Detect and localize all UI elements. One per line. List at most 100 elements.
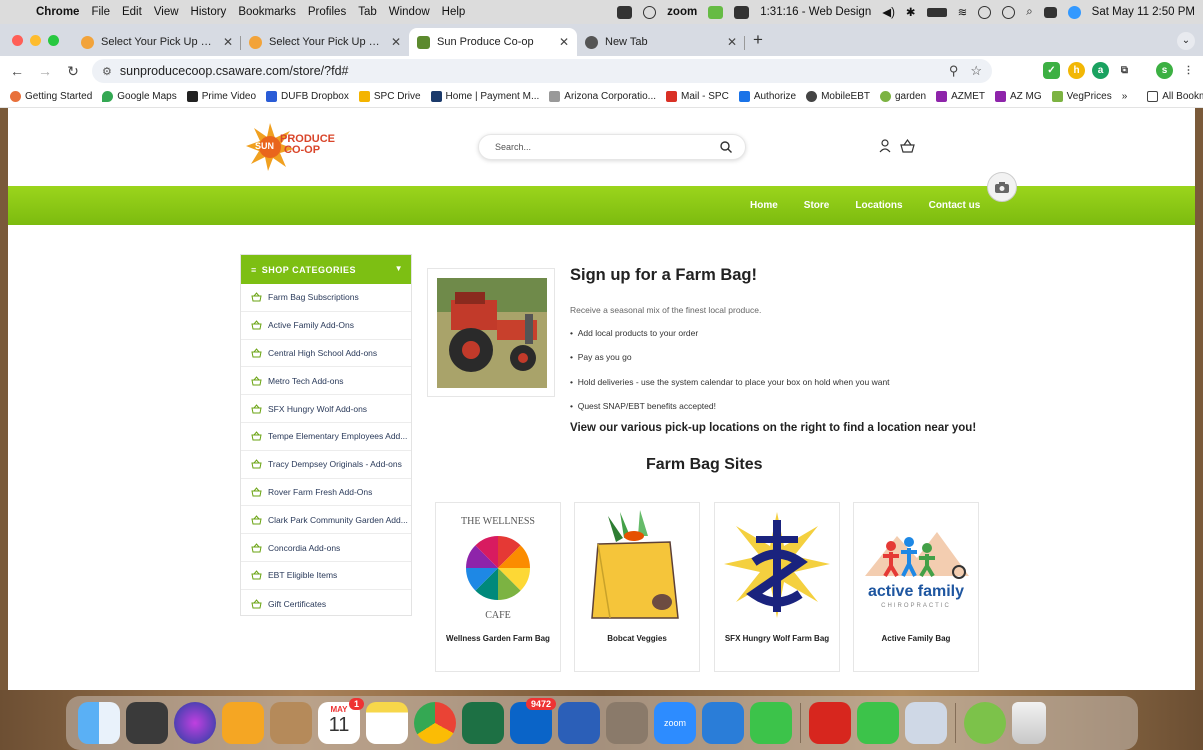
close-window-icon[interactable] [12, 34, 23, 46]
sidebar-item-gift-certificates[interactable]: Gift Certificates [241, 590, 411, 618]
nav-locations[interactable]: Locations [855, 200, 902, 211]
reload-icon[interactable]: ↻ [62, 63, 84, 80]
volume-icon[interactable]: ◀︎) [882, 5, 895, 19]
datetime-label[interactable]: Sat May 11 2:50 PM [1092, 6, 1195, 18]
bookmark-star-icon[interactable]: ☆ [970, 63, 982, 79]
downloads-folder-icon[interactable] [964, 702, 1006, 744]
forward-arrow-icon[interactable]: → [34, 63, 56, 79]
notes-icon[interactable] [366, 702, 408, 744]
extensions-puzzle-icon[interactable]: ⧉ [1116, 62, 1133, 79]
close-tab-icon[interactable]: ✕ [559, 35, 569, 49]
contacts-icon[interactable] [270, 702, 312, 744]
siri-icon[interactable] [1067, 5, 1081, 19]
chevron-down-icon[interactable]: ▼ [395, 264, 403, 273]
extension-check-icon[interactable]: ✓ [1043, 62, 1060, 79]
extension-a-icon[interactable]: a [1092, 62, 1109, 79]
bookmark-item[interactable]: VegPrices [1051, 91, 1112, 102]
close-tab-icon[interactable]: ✕ [727, 35, 737, 49]
site-card-sfx[interactable]: SFX Hungry Wolf Farm Bag [714, 502, 840, 672]
acrobat-icon[interactable] [809, 702, 851, 744]
sidebar-item-metro-tech[interactable]: Metro Tech Add-ons [241, 367, 411, 396]
profile-avatar[interactable]: s [1156, 62, 1173, 79]
word-icon[interactable] [558, 702, 600, 744]
sidebar-item-rover-farm[interactable]: Rover Farm Fresh Add-Ons [241, 479, 411, 507]
excel-icon[interactable] [462, 702, 504, 744]
back-arrow-icon[interactable]: ← [6, 63, 28, 79]
chrome-menu-icon[interactable]: ⋮ [1180, 62, 1197, 79]
clickup-icon[interactable] [702, 702, 744, 744]
menu-view[interactable]: View [154, 6, 179, 18]
sidebar-item-tempe-elementary[interactable]: Tempe Elementary Employees Add... [241, 423, 411, 451]
timer-label[interactable]: 1:31:16 - Web Design [760, 6, 871, 18]
url-text[interactable]: sunproducecoop.csaware.com/store/?fd# [120, 64, 349, 78]
control-center-icon[interactable] [1043, 6, 1057, 18]
site-card-bobcat[interactable]: Bobcat Veggies [574, 502, 700, 672]
bookmark-item[interactable]: Home | Payment M... [430, 91, 539, 102]
bookmark-item[interactable]: Getting Started [10, 91, 92, 102]
pages-icon[interactable] [222, 702, 264, 744]
tab-sun-produce[interactable]: Sun Produce Co-op ✕ [409, 28, 577, 56]
all-bookmarks-button[interactable]: All Bookmarks [1147, 91, 1203, 102]
wifi-icon[interactable]: ≋ [958, 5, 968, 19]
nav-contact[interactable]: Contact us [929, 200, 981, 211]
user-account-icon[interactable] [878, 139, 892, 153]
bookmark-item[interactable]: garden [879, 91, 926, 102]
bookmark-item[interactable]: AZ MG [995, 91, 1042, 102]
sidebar-item-ebt-eligible[interactable]: EBT Eligible Items [241, 562, 411, 590]
address-bar[interactable]: ⚙ sunproducecoop.csaware.com/store/?fd# … [92, 59, 992, 83]
bookmark-item[interactable]: Arizona Corporatio... [549, 91, 656, 102]
minimize-window-icon[interactable] [30, 34, 41, 46]
close-tab-icon[interactable]: ✕ [223, 35, 233, 49]
zoom-icon[interactable]: zoom [654, 702, 696, 744]
messages-icon[interactable] [750, 702, 792, 744]
camera-button[interactable] [987, 172, 1017, 202]
gimp-icon[interactable] [606, 702, 648, 744]
close-tab-icon[interactable]: ✕ [391, 35, 401, 49]
bookmark-item[interactable]: SPC Drive [358, 91, 421, 102]
bookmark-item[interactable]: DUFB Dropbox [266, 91, 349, 102]
site-card-active-family[interactable]: active family CHIROPRACTIC Active Family… [853, 502, 979, 672]
menu-tab[interactable]: Tab [358, 6, 377, 18]
sidebar-item-active-family[interactable]: Active Family Add-Ons [241, 312, 411, 340]
new-tab-button[interactable]: + [753, 30, 763, 50]
sidebar-item-concordia[interactable]: Concordia Add-ons [241, 534, 411, 562]
zoom-window-icon[interactable] [48, 34, 59, 46]
zoom-menubar-label[interactable]: zoom [667, 6, 697, 18]
bookmark-item[interactable]: MobileEBT [806, 91, 870, 102]
basket-icon[interactable] [900, 139, 915, 153]
sidebar-item-tracy-dempsey[interactable]: Tracy Dempsey Originals - Add-ons [241, 451, 411, 479]
bookmarks-overflow-button[interactable]: » [1122, 91, 1128, 102]
menu-history[interactable]: History [191, 6, 227, 18]
nav-store[interactable]: Store [804, 200, 830, 211]
menu-bookmarks[interactable]: Bookmarks [238, 6, 296, 18]
menu-file[interactable]: File [91, 6, 110, 18]
tab-pickup-2[interactable]: Select Your Pick Up Site - ✕ [241, 28, 409, 56]
spotlight-icon[interactable]: ⌕ [1026, 6, 1032, 19]
sidebar-item-central-high[interactable]: Central High School Add-ons [241, 340, 411, 368]
facetime-icon[interactable] [857, 702, 899, 744]
search-input[interactable]: Search... [478, 134, 746, 160]
menu-edit[interactable]: Edit [122, 6, 142, 18]
menu-help[interactable]: Help [442, 6, 466, 18]
site-card-wellness[interactable]: THE WELLNESS CAFE Wellness Garden Farm B… [435, 502, 561, 672]
menu-app-name[interactable]: Chrome [36, 6, 79, 18]
site-info-icon[interactable]: ⚙ [102, 65, 112, 78]
calculator-icon[interactable] [126, 702, 168, 744]
bluetooth-icon[interactable]: ✱ [906, 5, 916, 19]
screenshot-icon[interactable] [617, 5, 633, 19]
nav-home[interactable]: Home [750, 200, 778, 211]
clipboard-icon[interactable] [734, 5, 750, 19]
siri-app-icon[interactable] [174, 702, 216, 744]
extension-honey-icon[interactable]: h [1068, 62, 1085, 79]
preview-icon[interactable] [905, 702, 947, 744]
menu-profiles[interactable]: Profiles [308, 6, 346, 18]
calendar-icon[interactable]: MAY 11 1 [318, 698, 364, 744]
bookmark-item[interactable]: Mail - SPC [666, 91, 729, 102]
search-icon[interactable] [719, 140, 733, 154]
ai-icon[interactable] [643, 5, 657, 19]
battery-icon[interactable] [926, 7, 947, 17]
app-status-icon[interactable] [708, 5, 724, 19]
menu-window[interactable]: Window [389, 6, 430, 18]
bookmark-item[interactable]: AZMET [936, 91, 985, 102]
tab-pickup-1[interactable]: Select Your Pick Up Site - ✕ [73, 28, 241, 56]
